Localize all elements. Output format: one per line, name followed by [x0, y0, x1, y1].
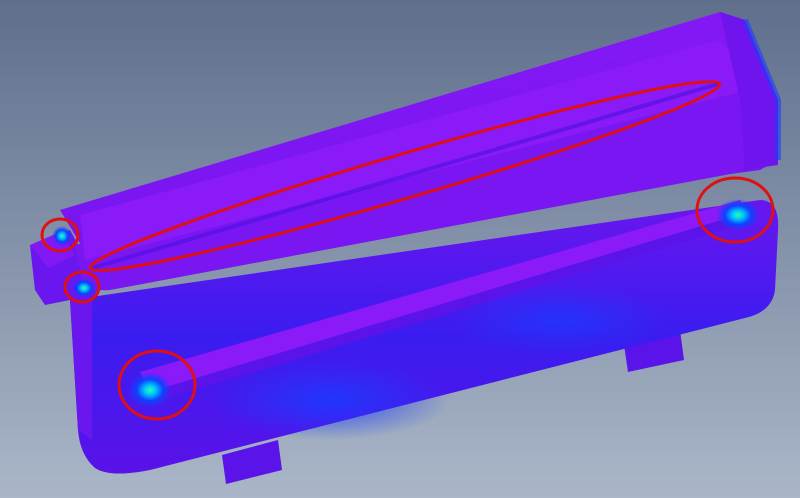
hotspot-glow-lip — [72, 278, 96, 298]
hotspot-glow-corner — [52, 226, 72, 246]
hotspot-glow-rail-left — [128, 372, 172, 408]
hotspot-glow-rail-right — [716, 199, 760, 231]
3d-viewport[interactable] — [0, 0, 800, 498]
stress-plot-scene — [0, 0, 800, 498]
